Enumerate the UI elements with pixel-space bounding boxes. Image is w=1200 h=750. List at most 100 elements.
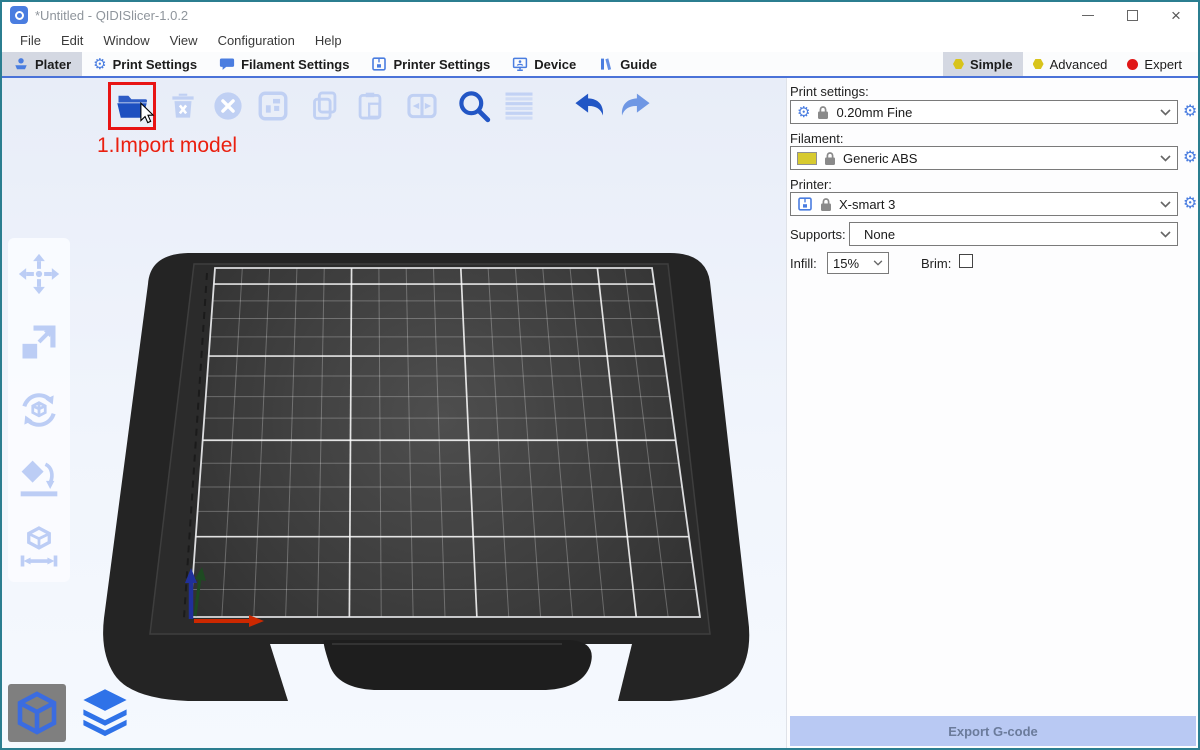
brim-checkbox[interactable]	[959, 254, 973, 268]
arrange-button[interactable]	[253, 86, 293, 126]
infill-combo[interactable]: 15%	[827, 252, 889, 274]
filament-color-swatch	[797, 152, 817, 165]
tab-label: Filament Settings	[241, 57, 349, 72]
delete-button[interactable]	[163, 86, 203, 126]
print-settings-combo[interactable]: ⚙ 0.20mm Fine	[790, 100, 1178, 124]
menu-configuration[interactable]: Configuration	[208, 28, 305, 52]
print-settings-value: 0.20mm Fine	[836, 105, 912, 120]
window-title: *Untitled - QIDISlicer-1.0.2	[35, 8, 188, 23]
split-panes-icon	[405, 89, 439, 123]
filament-value: Generic ABS	[843, 151, 917, 166]
layer-lines-icon	[501, 88, 537, 124]
filament-label: Filament:	[790, 131, 843, 146]
menu-bar: File Edit Window View Configuration Help	[2, 28, 1198, 52]
tab-guide[interactable]: Guide	[587, 52, 668, 76]
plater-icon	[13, 56, 29, 72]
mode-expert[interactable]: Expert	[1117, 52, 1192, 76]
supports-label: Supports:	[790, 227, 846, 242]
paste-icon	[353, 89, 387, 123]
printer-gear-button[interactable]: ⚙	[1183, 195, 1197, 211]
flatten-icon	[17, 456, 61, 500]
menu-window[interactable]: Window	[93, 28, 159, 52]
supports-value: None	[856, 227, 895, 242]
menu-file[interactable]: File	[10, 28, 51, 52]
delete-all-button[interactable]	[208, 86, 248, 126]
measure-tool[interactable]	[15, 522, 63, 570]
filament-gear-button[interactable]: ⚙	[1183, 149, 1197, 165]
advanced-mode-icon	[1033, 59, 1044, 70]
print-bed	[2, 78, 786, 748]
minimize-button[interactable]	[1066, 2, 1110, 28]
tab-printer-settings[interactable]: Printer Settings	[360, 52, 501, 76]
chevron-down-icon	[1160, 231, 1171, 238]
mode-advanced[interactable]: Advanced	[1023, 52, 1118, 76]
close-button[interactable]: ×	[1154, 2, 1198, 28]
mode-label: Simple	[970, 57, 1013, 72]
infill-label: Infill:	[790, 256, 817, 271]
printer-label: Printer:	[790, 177, 832, 192]
gear-icon: ⚙	[93, 57, 106, 72]
variable-layer-height-button[interactable]	[499, 86, 539, 126]
expert-mode-icon	[1127, 59, 1138, 70]
simple-mode-icon	[953, 59, 964, 70]
tab-plater[interactable]: Plater	[2, 52, 82, 76]
undo-arrow-icon	[571, 87, 609, 125]
tab-bar: Plater ⚙ Print Settings Filament Setting…	[2, 52, 1198, 78]
tab-label: Print Settings	[113, 57, 198, 72]
printer-icon	[797, 196, 813, 212]
move-tool[interactable]	[15, 250, 63, 298]
cube-3d-icon	[13, 689, 61, 737]
lock-icon	[824, 151, 836, 166]
split-button[interactable]	[402, 86, 442, 126]
chevron-down-icon	[1160, 201, 1171, 208]
close-icon: ×	[1171, 7, 1181, 24]
printer-value: X-smart 3	[839, 197, 895, 212]
minimize-icon	[1082, 15, 1094, 16]
copy-icon	[308, 89, 342, 123]
device-icon	[512, 56, 528, 72]
preview-view-button[interactable]	[76, 684, 134, 742]
layers-stack-icon	[79, 686, 131, 740]
redo-button[interactable]	[615, 86, 655, 126]
mode-label: Expert	[1144, 57, 1182, 72]
infill-value: 15%	[833, 256, 859, 271]
tab-device[interactable]: Device	[501, 52, 587, 76]
chevron-down-icon	[1160, 155, 1171, 162]
undo-button[interactable]	[570, 86, 610, 126]
lock-icon	[817, 105, 829, 120]
filament-icon	[219, 56, 235, 72]
maximize-icon	[1127, 10, 1138, 21]
menu-help[interactable]: Help	[305, 28, 352, 52]
mode-simple[interactable]: Simple	[943, 52, 1023, 76]
menu-edit[interactable]: Edit	[51, 28, 93, 52]
tab-label: Device	[534, 57, 576, 72]
title-bar: *Untitled - QIDISlicer-1.0.2 ×	[2, 2, 1198, 28]
filament-combo[interactable]: Generic ABS	[790, 146, 1178, 170]
brim-label: Brim:	[921, 256, 951, 271]
trash-icon	[166, 89, 200, 123]
tab-label: Printer Settings	[393, 57, 490, 72]
rotate-tool[interactable]	[15, 386, 63, 434]
place-on-face-tool[interactable]	[15, 454, 63, 502]
export-gcode-button[interactable]: Export G-code	[790, 716, 1196, 746]
tab-filament-settings[interactable]: Filament Settings	[208, 52, 360, 76]
settings-panel: Print settings: ⚙ 0.20mm Fine ⚙ Filament…	[786, 78, 1198, 748]
printer-icon	[371, 56, 387, 72]
lock-icon	[820, 197, 832, 212]
printer-combo[interactable]: X-smart 3	[790, 192, 1178, 216]
scale-icon	[17, 320, 61, 364]
paste-button[interactable]	[350, 86, 390, 126]
3d-editor-view-button[interactable]	[8, 684, 66, 742]
copy-button[interactable]	[305, 86, 345, 126]
3d-viewport[interactable]: 1.Import model	[2, 78, 786, 748]
scale-tool[interactable]	[15, 318, 63, 366]
search-icon	[456, 88, 492, 124]
search-button[interactable]	[454, 86, 494, 126]
arrange-grid-icon	[256, 89, 290, 123]
chevron-down-icon	[1160, 109, 1171, 116]
supports-combo[interactable]: None	[849, 222, 1178, 246]
menu-view[interactable]: View	[160, 28, 208, 52]
tab-print-settings[interactable]: ⚙ Print Settings	[82, 52, 208, 76]
print-settings-gear-button[interactable]: ⚙	[1183, 103, 1197, 119]
maximize-button[interactable]	[1110, 2, 1154, 28]
